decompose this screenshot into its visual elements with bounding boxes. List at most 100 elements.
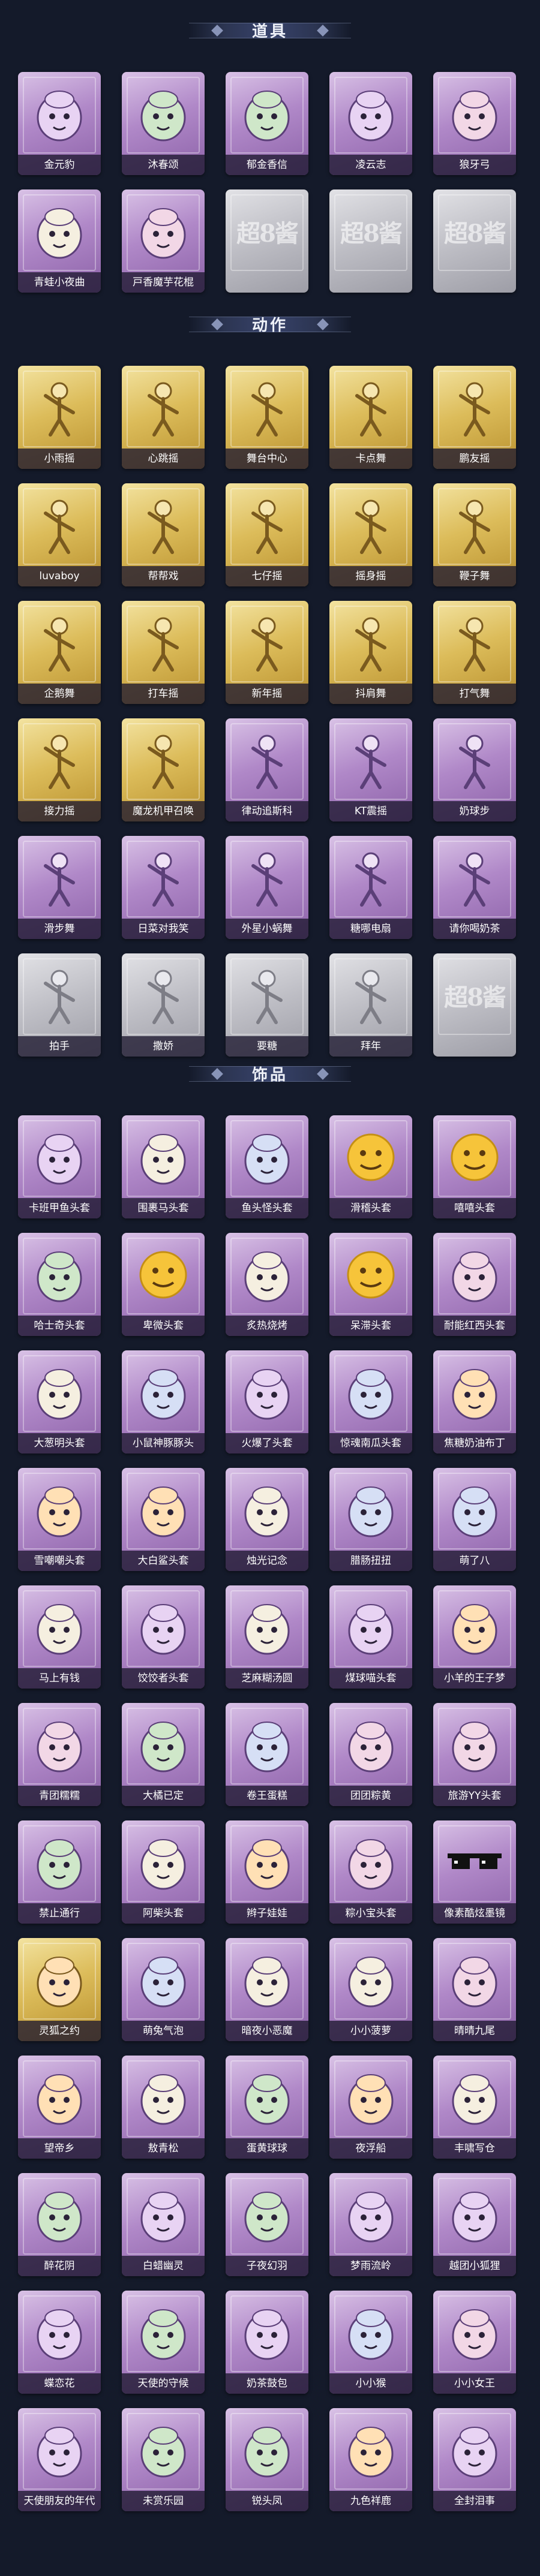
item-card[interactable]: 青蛙小夜曲 xyxy=(18,189,101,293)
item-card[interactable]: 小鼠神豚豚头 xyxy=(122,1350,205,1453)
item-card[interactable]: 企鹅舞 xyxy=(18,601,101,704)
item-card[interactable]: 鱼头怪头套 xyxy=(226,1115,308,1218)
item-card[interactable]: 打车摇 xyxy=(122,601,205,704)
item-card[interactable]: 马上有钱 xyxy=(18,1585,101,1689)
item-card[interactable]: 摇身摇 xyxy=(329,483,412,586)
item-card[interactable]: 烛光记念 xyxy=(226,1468,308,1571)
item-card[interactable]: 禁止通行 xyxy=(18,1820,101,1924)
item-card[interactable]: 沐春颂 xyxy=(122,72,205,175)
item-card[interactable]: 天使朋友的年代 xyxy=(18,2408,101,2511)
item-card[interactable]: 外星小蜗舞 xyxy=(226,836,308,939)
item-card[interactable]: 超8酱 xyxy=(226,189,308,293)
item-card[interactable]: 鞭子舞 xyxy=(433,483,516,586)
item-card[interactable]: 抖肩舞 xyxy=(329,601,412,704)
item-card[interactable]: 小羊的王子梦 xyxy=(433,1585,516,1689)
item-card[interactable]: 晴晴九尾 xyxy=(433,1938,516,2041)
item-card[interactable]: 团团粽黄 xyxy=(329,1703,412,1806)
item-card[interactable]: 火爆了头套 xyxy=(226,1350,308,1453)
item-card[interactable]: 丰啸写仓 xyxy=(433,2056,516,2159)
item-card[interactable]: 芝麻糊汤圆 xyxy=(226,1585,308,1689)
item-card[interactable]: 敖青松 xyxy=(122,2056,205,2159)
item-card[interactable]: 全封泪事 xyxy=(433,2408,516,2511)
item-card[interactable]: 梦雨流岭 xyxy=(329,2173,412,2276)
item-card[interactable]: 魔龙机甲召唤 xyxy=(122,718,205,821)
item-card[interactable]: 灵狐之约 xyxy=(18,1938,101,2041)
item-card[interactable]: 奶茶鼓包 xyxy=(226,2291,308,2394)
item-card[interactable]: 撒娇 xyxy=(122,953,205,1057)
item-card[interactable]: 狼牙弓 xyxy=(433,72,516,175)
item-card[interactable]: 阿柴头套 xyxy=(122,1820,205,1924)
item-card[interactable]: 锐头凤 xyxy=(226,2408,308,2511)
item-card[interactable]: 天使的守候 xyxy=(122,2291,205,2394)
item-card[interactable]: 暗夜小恶魔 xyxy=(226,1938,308,2041)
item-card[interactable]: 打气舞 xyxy=(433,601,516,704)
item-card[interactable]: 未赏乐园 xyxy=(122,2408,205,2511)
item-card[interactable]: 滑稽头套 xyxy=(329,1115,412,1218)
item-card[interactable]: 饺饺者头套 xyxy=(122,1585,205,1689)
item-card[interactable]: 望帝乡 xyxy=(18,2056,101,2159)
item-card[interactable]: 粽小宝头套 xyxy=(329,1820,412,1924)
item-card[interactable]: 拍手 xyxy=(18,953,101,1057)
item-card[interactable]: 嘻嘻头套 xyxy=(433,1115,516,1218)
item-card[interactable]: 卷王蛋糕 xyxy=(226,1703,308,1806)
item-card[interactable]: 日菜对我笑 xyxy=(122,836,205,939)
item-card[interactable]: 腊肠扭扭 xyxy=(329,1468,412,1571)
item-card[interactable]: 像素酷炫墨镜 xyxy=(433,1820,516,1924)
item-card[interactable]: 大橘已定 xyxy=(122,1703,205,1806)
item-card[interactable]: 戸香魔芋花棍 xyxy=(122,189,205,293)
item-card[interactable]: 萌兔气泡 xyxy=(122,1938,205,2041)
item-card[interactable]: 围裹马头套 xyxy=(122,1115,205,1218)
item-card[interactable]: 大葱明头套 xyxy=(18,1350,101,1453)
item-card[interactable]: 郁金香信 xyxy=(226,72,308,175)
item-card[interactable]: 请你喝奶茶 xyxy=(433,836,516,939)
item-card[interactable]: 青团糯糯 xyxy=(18,1703,101,1806)
item-card[interactable]: 小小猴 xyxy=(329,2291,412,2394)
item-card[interactable]: 呆滞头套 xyxy=(329,1233,412,1336)
item-card[interactable]: 越团小狐狸 xyxy=(433,2173,516,2276)
item-card[interactable]: 白蜡幽灵 xyxy=(122,2173,205,2276)
item-card[interactable]: 要糖 xyxy=(226,953,308,1057)
item-card[interactable]: 新年摇 xyxy=(226,601,308,704)
item-card[interactable]: 奶球步 xyxy=(433,718,516,821)
item-card[interactable]: 子夜幻羽 xyxy=(226,2173,308,2276)
item-card[interactable]: 滑步舞 xyxy=(18,836,101,939)
item-card[interactable]: 鹏友摇 xyxy=(433,366,516,469)
item-card[interactable]: 心跳摇 xyxy=(122,366,205,469)
item-card[interactable]: luvaboy xyxy=(18,483,101,586)
item-card[interactable]: 金元豹 xyxy=(18,72,101,175)
item-card[interactable]: 卡点舞 xyxy=(329,366,412,469)
item-card[interactable]: 醉花阴 xyxy=(18,2173,101,2276)
item-card[interactable]: 小雨摇 xyxy=(18,366,101,469)
item-card[interactable]: 舞台中心 xyxy=(226,366,308,469)
item-card[interactable]: 炙热烧烤 xyxy=(226,1233,308,1336)
item-card[interactable]: 蝶恋花 xyxy=(18,2291,101,2394)
item-card[interactable]: 超8酱 xyxy=(433,953,516,1057)
item-card[interactable]: 辫子娃娃 xyxy=(226,1820,308,1924)
item-card[interactable]: 卡班甲鱼头套 xyxy=(18,1115,101,1218)
item-card[interactable]: 惊魂南瓜头套 xyxy=(329,1350,412,1453)
item-card[interactable]: 大白鲨头套 xyxy=(122,1468,205,1571)
item-card[interactable]: 凌云志 xyxy=(329,72,412,175)
item-card[interactable]: 焦糖奶油布丁 xyxy=(433,1350,516,1453)
item-card[interactable]: 哈士奇头套 xyxy=(18,1233,101,1336)
item-card[interactable]: 接力摇 xyxy=(18,718,101,821)
item-card[interactable]: 蛋黄球球 xyxy=(226,2056,308,2159)
item-card[interactable]: KT震摇 xyxy=(329,718,412,821)
item-card[interactable]: 九色祥鹿 xyxy=(329,2408,412,2511)
item-card[interactable]: 煤球喵头套 xyxy=(329,1585,412,1689)
item-card[interactable]: 夜浮船 xyxy=(329,2056,412,2159)
item-card[interactable]: 小小女王 xyxy=(433,2291,516,2394)
item-card[interactable]: 七仔摇 xyxy=(226,483,308,586)
item-card[interactable]: 雪嘲嘲头套 xyxy=(18,1468,101,1571)
item-card[interactable]: 旅游YY头套 xyxy=(433,1703,516,1806)
item-card[interactable]: 萌了八 xyxy=(433,1468,516,1571)
item-card[interactable]: 小小菠萝 xyxy=(329,1938,412,2041)
item-card[interactable]: 帮帮戏 xyxy=(122,483,205,586)
item-card[interactable]: 律动追斯科 xyxy=(226,718,308,821)
item-card[interactable]: 拜年 xyxy=(329,953,412,1057)
item-card[interactable]: 耐能红西头套 xyxy=(433,1233,516,1336)
item-card[interactable]: 糖哪电扇 xyxy=(329,836,412,939)
item-card[interactable]: 卑微头套 xyxy=(122,1233,205,1336)
item-card[interactable]: 超8酱 xyxy=(433,189,516,293)
item-card[interactable]: 超8酱 xyxy=(329,189,412,293)
